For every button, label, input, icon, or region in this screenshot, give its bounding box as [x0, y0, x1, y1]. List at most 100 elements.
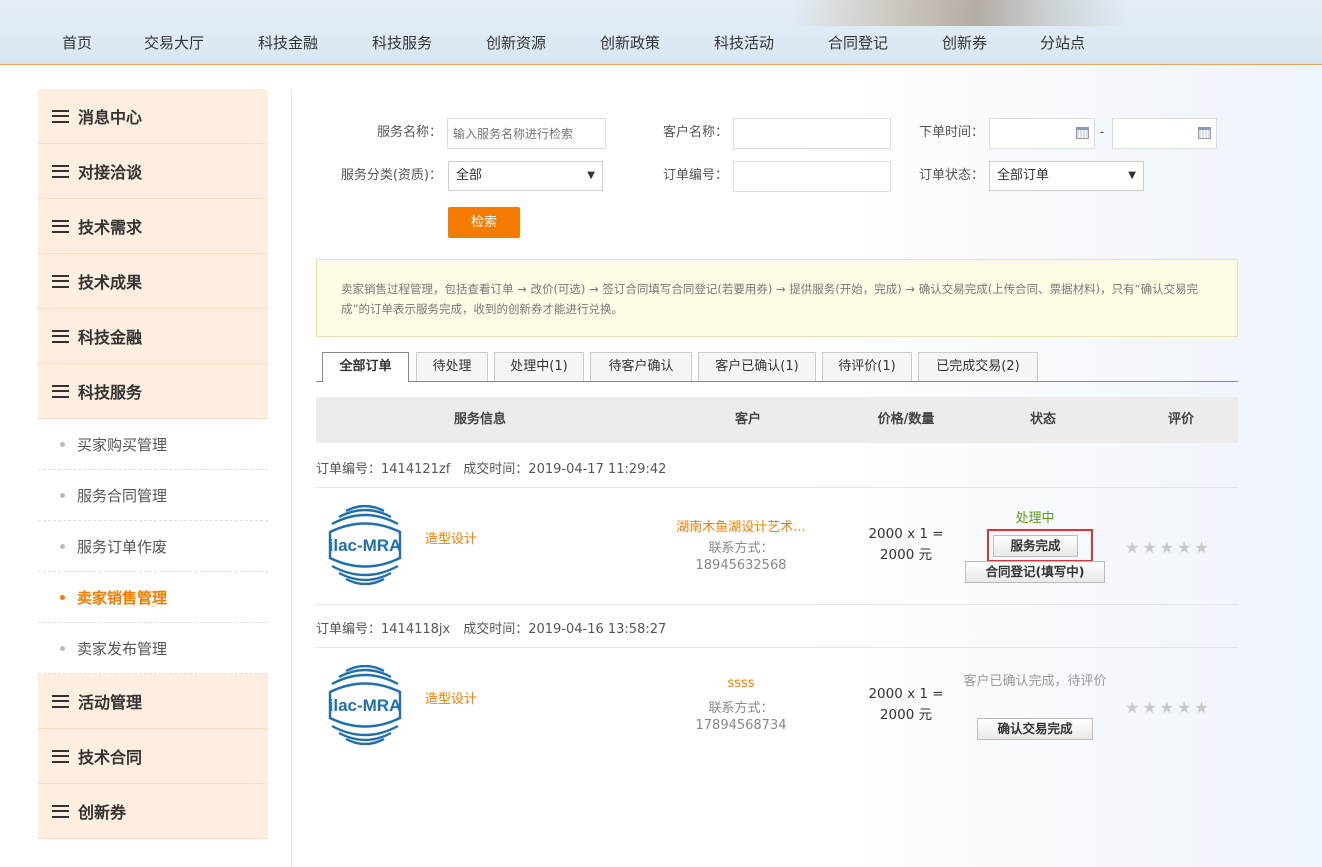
ilac-mra-logo: ilac-MRA: [329, 505, 402, 585]
service-name-link[interactable]: 造型设计: [425, 528, 477, 547]
star-icon[interactable]: ★: [1177, 700, 1191, 716]
bullet-icon: [60, 594, 65, 600]
tab-all-orders[interactable]: 全部订单: [322, 352, 409, 382]
sidebar-item-tech-service[interactable]: 科技服务: [38, 364, 268, 419]
star-icon[interactable]: ★: [1160, 540, 1174, 556]
price-formula: 2000 x 1 =: [868, 686, 944, 702]
sidebar-divider: [291, 89, 292, 867]
sidebar-item-tech-contract[interactable]: 技术合同: [38, 729, 268, 784]
top-navigation: 首页 交易大厅 科技金融 科技服务 创新资源 创新政策 科技活动 合同登记 创新…: [0, 0, 1322, 65]
menu-icon: [52, 274, 69, 288]
star-icon[interactable]: ★: [1160, 700, 1174, 716]
tab-completed[interactable]: 已完成交易(2): [918, 352, 1038, 381]
category-label: 服务分类(资质)：: [340, 168, 442, 183]
rating-stars: ★ ★ ★ ★ ★: [1125, 540, 1209, 556]
sidebar-item-tech-results[interactable]: 技术成果: [38, 254, 268, 309]
sidebar-item-negotiation[interactable]: 对接洽谈: [38, 144, 268, 199]
tab-customer-confirmed[interactable]: 客户已确认(1): [698, 352, 816, 381]
header-banner-image: [790, 0, 1130, 26]
customer-name-link[interactable]: 湖南木鱼湖设计艺术...: [656, 516, 826, 535]
star-icon[interactable]: ★: [1142, 700, 1156, 716]
row-divider: [316, 604, 1238, 605]
date-separator: -: [1099, 125, 1105, 140]
sidebar-sub-seller-publish[interactable]: 卖家发布管理: [38, 623, 268, 674]
table-header: 服务信息 客户 价格/数量 状态 评价: [316, 397, 1238, 443]
category-select[interactable]: 全部 ▼: [448, 161, 603, 191]
nav-home[interactable]: 首页: [62, 32, 92, 54]
order-status: 处理中: [1015, 511, 1055, 526]
price-quantity: 2000 x 1 = 2000 元: [861, 684, 951, 726]
nav-contract-registration[interactable]: 合同登记: [828, 32, 888, 54]
order-status-selected-value: 全部订单: [997, 168, 1050, 183]
dropdown-arrow-icon: ▼: [587, 170, 595, 181]
sidebar-sub-service-contract[interactable]: 服务合同管理: [38, 470, 268, 521]
star-icon[interactable]: ★: [1142, 540, 1156, 556]
bullet-icon: [60, 543, 65, 549]
service-name-link[interactable]: 造型设计: [425, 688, 477, 707]
sidebar-item-label: 技术成果: [78, 273, 143, 292]
star-icon[interactable]: ★: [1194, 700, 1208, 716]
star-icon[interactable]: ★: [1125, 700, 1139, 716]
order-time-start-input[interactable]: [989, 118, 1095, 149]
sidebar-sub-order-void[interactable]: 服务订单作废: [38, 521, 268, 572]
contract-registration-button[interactable]: 合同登记(填写中): [965, 561, 1105, 583]
sidebar-sub-buyer-purchase[interactable]: 买家购买管理: [38, 419, 268, 470]
contact-phone: 17894568734: [695, 718, 787, 733]
contact-phone: 18945632568: [695, 558, 787, 573]
order-time-end-input[interactable]: [1112, 118, 1217, 149]
contact-label: 联系方式：: [708, 701, 774, 716]
customer-name-label: 客户名称：: [662, 125, 728, 140]
menu-icon: [52, 384, 69, 398]
service-name-input[interactable]: [447, 118, 606, 149]
row-divider: [316, 647, 1238, 648]
ilac-mra-logo: ilac-MRA: [329, 665, 401, 745]
menu-icon: [52, 329, 69, 343]
customer-name-input[interactable]: [733, 118, 891, 149]
bullet-icon: [60, 492, 65, 498]
calendar-icon[interactable]: [1198, 127, 1211, 139]
order-no-input[interactable]: [733, 161, 891, 192]
nav-trading-hall[interactable]: 交易大厅: [144, 32, 204, 54]
calendar-icon[interactable]: [1076, 127, 1089, 139]
order-no-label: 订单编号：: [662, 168, 728, 183]
service-name-label: 服务名称：: [376, 125, 442, 140]
sidebar-item-label: 科技服务: [78, 383, 143, 402]
nav-tech-finance[interactable]: 科技金融: [258, 32, 318, 54]
menu-icon: [52, 164, 69, 178]
price-total: 2000 元: [879, 707, 933, 723]
tab-awaiting-review[interactable]: 待评价(1): [822, 352, 912, 381]
svg-text:ilac-MRA: ilac-MRA: [329, 536, 402, 555]
order-meta: 订单编号：1414121zf 成交时间：2019-04-17 11:29:42: [316, 462, 667, 477]
sidebar-sub-seller-sales[interactable]: 卖家销售管理: [38, 572, 268, 623]
nav-tech-activity[interactable]: 科技活动: [714, 32, 774, 54]
nav-tech-service[interactable]: 科技服务: [372, 32, 432, 54]
order-status-select[interactable]: 全部订单 ▼: [989, 161, 1144, 191]
star-icon[interactable]: ★: [1177, 540, 1191, 556]
contact-label: 联系方式：: [708, 541, 774, 556]
star-icon[interactable]: ★: [1125, 540, 1139, 556]
sidebar-item-label: 科技金融: [78, 328, 143, 347]
sidebar-item-tech-finance[interactable]: 科技金融: [38, 309, 268, 364]
sidebar-item-voucher[interactable]: 创新券: [38, 784, 268, 839]
nav-innovation-policy[interactable]: 创新政策: [600, 32, 660, 54]
price-total: 2000 元: [879, 547, 933, 563]
sidebar: 消息中心 对接洽谈 技术需求 技术成果 科技金融 科技服务 买家购买管理 服务合…: [38, 89, 268, 839]
tab-awaiting-customer[interactable]: 待客户确认: [590, 352, 692, 381]
tab-pending[interactable]: 待处理: [416, 352, 488, 381]
star-icon[interactable]: ★: [1194, 540, 1208, 556]
nav-innovation-resource[interactable]: 创新资源: [486, 32, 546, 54]
menu-icon: [52, 749, 69, 763]
search-button[interactable]: 检索: [448, 207, 520, 238]
nav-innovation-voucher[interactable]: 创新券: [942, 32, 987, 54]
tab-processing[interactable]: 处理中(1): [494, 352, 584, 381]
sidebar-item-messages[interactable]: 消息中心: [38, 89, 268, 144]
customer-name-link[interactable]: ssss: [656, 676, 826, 691]
sidebar-item-label: 技术合同: [78, 748, 143, 767]
order-status-label: 订单状态：: [918, 168, 984, 183]
confirm-transaction-button[interactable]: 确认交易完成: [977, 718, 1093, 740]
sidebar-item-activity[interactable]: 活动管理: [38, 674, 268, 729]
column-rating: 评价: [1167, 412, 1194, 427]
sidebar-item-label: 对接洽谈: [78, 163, 143, 182]
sidebar-item-tech-demand[interactable]: 技术需求: [38, 199, 268, 254]
nav-substations[interactable]: 分站点: [1040, 32, 1085, 54]
